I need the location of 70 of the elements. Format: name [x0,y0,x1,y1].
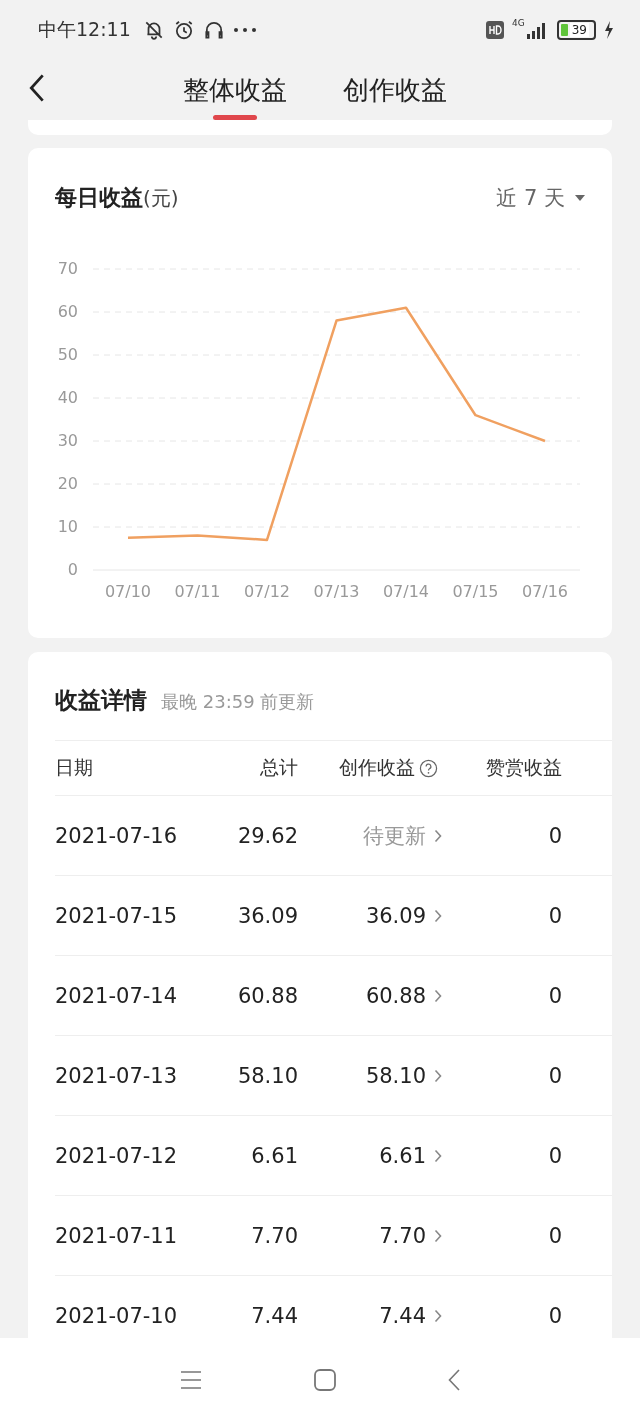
back-icon[interactable] [29,73,45,103]
y-tick-label: 20 [57,474,78,493]
table-cell: 6.61 [251,1143,298,1168]
table-cell: 60.88 [237,983,298,1008]
table-cell: 58.10 [237,1063,298,1088]
table-cell: 0 [548,1303,562,1328]
range-dropdown[interactable]: 近 7 天 [496,184,585,212]
y-tick-label: 0 [67,560,78,579]
table-cell: 7.44 [251,1303,298,1328]
battery-indicator: 39 [556,20,596,40]
table-cell: 0 [548,1063,562,1088]
y-tick-label: 10 [57,517,78,536]
table-cell-text: 2021-07-14 [55,983,179,1008]
table-cell: 0 [548,983,562,1008]
column-header: 创作收益 [339,755,415,780]
y-tick-label: 30 [57,431,78,450]
creation-income-link[interactable]: 58.10 [365,1063,426,1088]
creation-income-link[interactable]: 7.44 [379,1303,426,1328]
table-cell: 29.62 [237,823,298,848]
x-tick-label: 07/11 [174,582,221,601]
y-tick-label: 40 [57,388,78,407]
section-title: 收益详情 [55,686,147,715]
y-tick-label: 60 [57,302,78,321]
chevron-right-icon [434,1068,442,1083]
table-cell: 36.09 [237,903,298,928]
column-header: 总计 [260,755,298,780]
table-cell: 0 [548,1143,562,1168]
table-cell-text: 2021-07-13 [55,1063,179,1088]
column-header: 日期 [55,755,94,780]
x-tick-label: 07/15 [452,582,499,601]
chevron-right-icon [434,1228,442,1243]
chevron-right-icon [434,828,442,843]
y-tick-label: 50 [57,345,78,364]
column-header: 赞赏收益 [486,755,562,780]
caret-icon [575,195,585,201]
table-cell: 7.70 [251,1223,298,1248]
creation-income-link[interactable]: 7.70 [379,1223,426,1248]
table-cell: 0 [548,1223,562,1248]
table-cell-text: 2021-07-16 [55,823,179,848]
chevron-right-icon [434,988,442,1003]
status-time: 中午12:11 [38,17,131,42]
hd-icon [486,21,504,39]
table-cell-text: 2021-07-11 [55,1223,179,1248]
table-cell-text: 2021-07-15 [55,903,179,928]
table-cell-text: 2021-07-10 [55,1303,179,1328]
help-icon[interactable] [419,758,438,778]
table-cell: 0 [548,903,562,928]
table-cell: 0 [548,823,562,848]
network-type: 4G [512,18,525,28]
chevron-right-icon [434,908,442,923]
table-cell-text: 2021-07-12 [55,1143,179,1168]
update-note: 最晚 23:59 前更新 [161,690,315,714]
menu-icon[interactable] [180,1370,202,1390]
creation-income-link[interactable]: 60.88 [365,983,426,1008]
creation-income-link[interactable]: 36.09 [365,903,426,928]
x-tick-label: 07/14 [382,582,430,601]
x-tick-label: 07/12 [243,582,291,601]
headset-icon [202,19,225,41]
chart-title: 每日收益(元) [55,184,179,212]
x-tick-label: 07/10 [104,582,152,601]
creation-income-link[interactable]: 6.61 [379,1143,426,1168]
tab[interactable]: 创作收益 [343,60,447,120]
x-tick-label: 07/16 [521,582,569,601]
home-icon[interactable] [314,1369,336,1391]
more-icon [232,27,257,33]
x-tick-label: 07/13 [313,582,360,601]
charging-bolt-icon [604,21,614,39]
chevron-right-icon [434,1308,442,1323]
chevron-right-icon [434,1148,442,1163]
y-tick-label: 70 [57,259,78,278]
